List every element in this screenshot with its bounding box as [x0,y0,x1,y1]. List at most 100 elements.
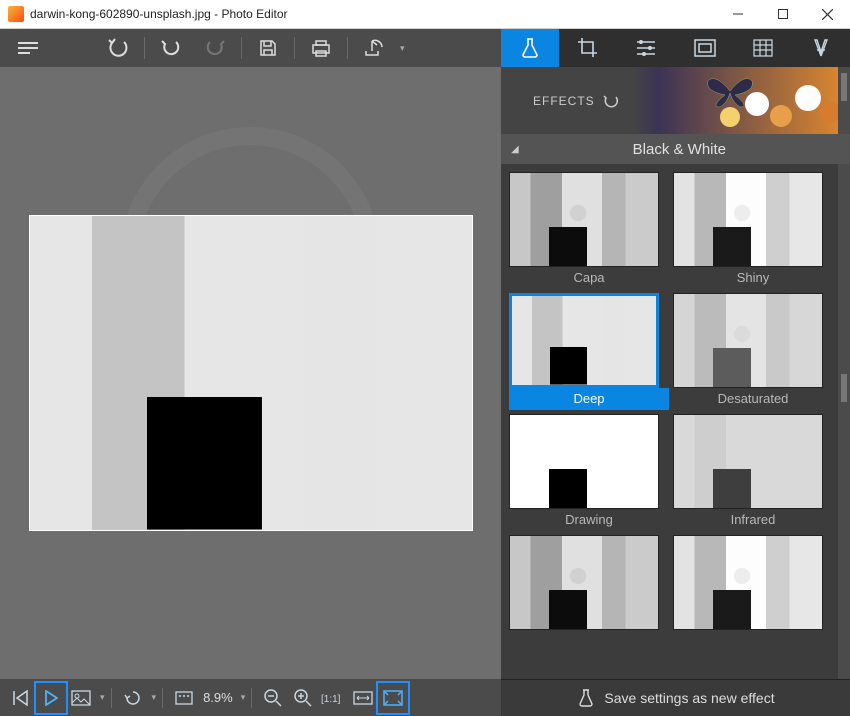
chevron-down-icon[interactable]: ▾ [400,43,405,54]
thumbnail-image [674,173,822,266]
minimize-button[interactable] [715,0,760,29]
zoom-preset-button[interactable] [169,683,199,713]
frame-icon [694,39,716,57]
effect-capa[interactable]: Capa [509,172,669,289]
menu-button[interactable] [10,29,46,67]
first-image-button[interactable] [6,683,36,713]
zoom-in-button[interactable] [288,683,318,713]
print-button[interactable] [299,29,343,67]
effect-thumbnail [509,414,659,509]
effects-banner: EFFECTS [501,67,850,134]
flask-icon [576,688,596,708]
separator [251,688,252,708]
rotate-button[interactable] [118,683,148,713]
tab-texture[interactable] [734,29,792,67]
canvas-area[interactable] [0,67,501,679]
effect-label [673,630,833,652]
close-button[interactable] [805,0,850,29]
effect-infrared[interactable]: Infrared [673,414,833,531]
effect-label: Deep [509,388,669,410]
effect-label: Shiny [673,267,833,289]
scroll-thumb[interactable] [841,374,847,402]
effect-label: Desaturated [673,388,833,410]
effect-thumbnail [673,414,823,509]
fit-screen-button[interactable] [378,683,408,713]
effect-item-7[interactable] [673,535,833,652]
thumbnail-image [512,296,656,385]
thumbnail-image [674,415,822,508]
gallery-button[interactable] [66,683,96,713]
undo-button[interactable] [96,29,140,67]
effect-item-6[interactable] [509,535,669,652]
crop-icon [577,37,599,59]
bottom-toolbar: ▾ ▾ 8.9% ▾ [1:1] [0,679,501,716]
play-button[interactable] [36,683,66,713]
scrollbar[interactable] [838,164,850,679]
effect-thumbnail [509,293,659,388]
thumbnail-image [510,415,658,508]
effect-thumbnail [509,535,659,630]
flowers-decoration [710,77,850,132]
svg-text:[1:1]: [1:1] [321,694,341,705]
effects-label: EFFECTS [533,94,595,108]
effect-thumbnail [673,293,823,388]
effect-label: Infrared [673,509,833,531]
app-icon [8,6,24,22]
scroll-up-icon [841,73,847,101]
tab-text[interactable] [792,29,850,67]
thumbnail-image [510,536,658,629]
effect-label: Drawing [509,509,669,531]
effect-label [509,630,669,652]
chevron-down-icon[interactable]: ▾ [241,692,246,703]
undo-effects-button[interactable] [603,94,619,108]
separator [241,37,242,59]
collapse-icon: ◢ [511,144,519,155]
texture-icon [752,38,774,58]
effect-drawing[interactable]: Drawing [509,414,669,531]
effects-grid: CapaShiny DeepDesaturated DrawingInfrared [501,164,850,679]
text-icon [811,38,831,58]
flask-icon [519,37,541,59]
effect-deep[interactable]: Deep [509,293,669,410]
effects-panel: EFFECTS ◢ Black & White C [501,67,850,679]
zoom-value: 8.9% [203,690,233,705]
effect-thumbnail [509,172,659,267]
separator [294,37,295,59]
tab-crop[interactable] [559,29,617,67]
redo-step-button[interactable] [193,29,237,67]
save-button[interactable] [246,29,290,67]
scrollbar[interactable] [838,67,850,134]
save-effect-label: Save settings as new effect [604,690,774,706]
thumbnail-image [674,536,822,629]
separator [111,688,112,708]
titlebar: darwin-kong-602890-unsplash.jpg - Photo … [0,0,850,29]
separator [144,37,145,59]
sliders-icon [635,38,657,58]
effect-shiny[interactable]: Shiny [673,172,833,289]
effect-label: Capa [509,267,669,289]
tab-frame[interactable] [676,29,734,67]
undo-step-button[interactable] [149,29,193,67]
effect-thumbnail [673,172,823,267]
fit-width-button[interactable] [348,683,378,713]
effect-desaturated[interactable]: Desaturated [673,293,833,410]
actual-size-button[interactable]: [1:1] [318,683,348,713]
tab-effects[interactable] [501,29,559,67]
photo-content [30,216,472,530]
tab-bar [501,29,850,67]
category-title: Black & White [529,141,830,158]
effect-thumbnail [673,535,823,630]
chevron-down-icon[interactable]: ▾ [152,692,157,703]
zoom-out-button[interactable] [258,683,288,713]
chevron-down-icon[interactable]: ▾ [100,692,105,703]
share-button[interactable] [352,29,396,67]
thumbnail-image [510,173,658,266]
thumbnail-image [674,294,822,387]
toolbar: ▾ [0,29,850,67]
photo-preview[interactable] [29,215,473,531]
maximize-button[interactable] [760,0,805,29]
tab-adjust[interactable] [617,29,675,67]
separator [347,37,348,59]
save-effect-button[interactable]: Save settings as new effect [501,679,850,716]
category-header[interactable]: ◢ Black & White [501,134,850,164]
